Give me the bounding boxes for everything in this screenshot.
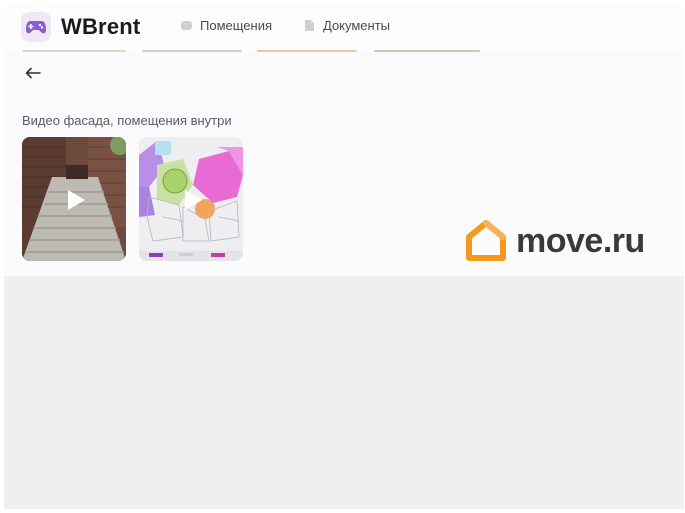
brand-title[interactable]: WBrent xyxy=(61,14,140,40)
arrow-left-icon xyxy=(25,67,41,79)
rooms-icon xyxy=(180,19,193,32)
nav-item-rooms[interactable]: Помещения xyxy=(180,18,272,33)
play-icon xyxy=(68,190,85,210)
nav-item-documents[interactable]: Документы xyxy=(303,18,390,33)
top-header: WBrent Помещения Документы xyxy=(4,4,684,52)
move-ru-watermark: move.ru xyxy=(466,220,645,262)
play-icon xyxy=(185,190,202,210)
nav-item-documents-label: Документы xyxy=(323,18,391,33)
section-title: Видео фасада, помещения внутри xyxy=(22,113,232,128)
tab-underlines xyxy=(4,50,684,54)
tab-underline xyxy=(257,50,357,52)
nav-item-rooms-label: Помещения xyxy=(200,18,273,33)
app-panel: WBrent Помещения Документы Видео фасада,… xyxy=(4,4,684,276)
tab-underline xyxy=(374,50,480,52)
facade-video-thumbnail[interactable] xyxy=(22,137,126,261)
floorplan-video-thumbnail[interactable] xyxy=(139,137,243,261)
tab-underline xyxy=(22,50,126,52)
house-logo-icon xyxy=(466,220,506,261)
tab-underline xyxy=(142,50,242,52)
watermark-text: move.ru xyxy=(516,221,645,260)
screen-frame: WBrent Помещения Документы Видео фасада,… xyxy=(4,4,684,509)
back-button[interactable] xyxy=(22,62,44,84)
gamepad-icon[interactable] xyxy=(21,12,51,42)
document-icon xyxy=(303,19,316,32)
